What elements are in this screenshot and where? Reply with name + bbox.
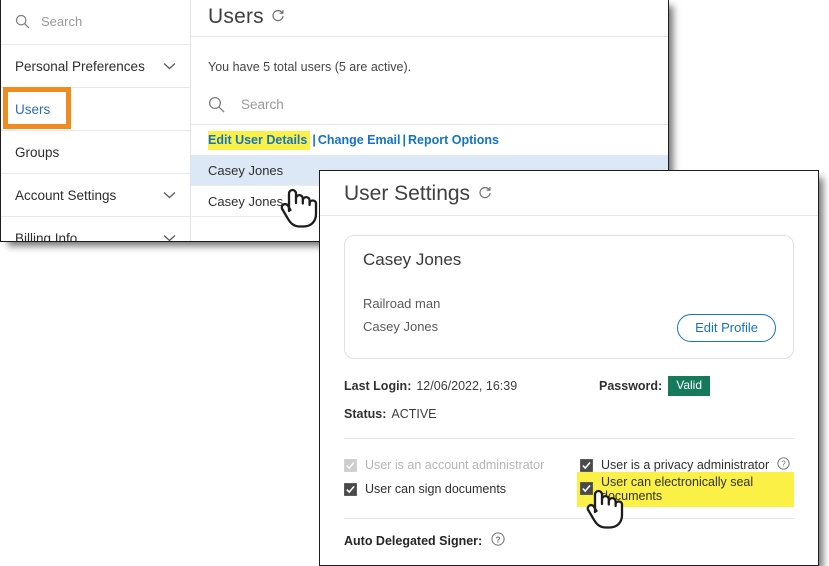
permission-label: User is an account administrator [365, 458, 544, 472]
page-title-text: Users [208, 5, 264, 29]
password-label: Password: [599, 379, 662, 393]
last-login-label: Last Login: [344, 379, 411, 393]
action-separator-2: | [401, 133, 409, 147]
status-field: Status: ACTIVE [344, 407, 599, 421]
user-name: Casey Jones [208, 163, 283, 178]
user-settings-title-text: User Settings [344, 182, 470, 206]
report-options-link[interactable]: Report Options [408, 133, 499, 147]
profile-line-1: Railroad man [363, 296, 775, 311]
refresh-icon[interactable] [478, 182, 492, 206]
chevron-down-icon[interactable] [163, 232, 176, 242]
password-field: Password: Valid [599, 376, 710, 396]
users-search-placeholder: Search [241, 97, 284, 112]
sidebar-item-label: Users [15, 102, 176, 117]
sidebar-item-account-settings[interactable]: Account Settings [1, 174, 190, 217]
checkbox-checked-icon[interactable] [344, 483, 357, 496]
permission-label: User is a privacy administrator [601, 458, 769, 472]
status-value: ACTIVE [391, 407, 436, 421]
sidebar-search-placeholder: Search [41, 14, 82, 29]
sidebar-item-label: Personal Preferences [15, 59, 155, 74]
permission-sign-documents[interactable]: User can sign documents [344, 477, 569, 501]
refresh-icon[interactable] [271, 5, 285, 29]
permissions-grid: User is an account administrator User is… [344, 439, 794, 501]
sidebar-item-groups[interactable]: Groups [1, 131, 190, 174]
permission-electronically-seal-documents[interactable]: User can electronically seal documents [569, 477, 794, 501]
checkbox-checked-icon[interactable] [580, 482, 593, 495]
profile-name: Casey Jones [363, 250, 775, 270]
sidebar-item-personal-preferences[interactable]: Personal Preferences [1, 45, 190, 88]
sidebar-item-label: Groups [15, 145, 176, 160]
chevron-down-icon[interactable] [163, 60, 176, 72]
permission-account-administrator: User is an account administrator [344, 453, 569, 477]
sidebar-item-users[interactable]: Users [1, 88, 190, 131]
status-badge: Valid [668, 376, 710, 396]
sidebar-item-billing-info[interactable]: Billing Info [1, 217, 190, 242]
profile-card: Casey Jones Railroad man Casey Jones Edi… [344, 235, 794, 359]
page-title: Users [208, 0, 668, 29]
checkbox-checked-icon[interactable] [580, 459, 593, 472]
seal-highlight-annotation: User can electronically seal documents [577, 472, 794, 507]
help-icon[interactable]: ? [491, 532, 505, 549]
sidebar-search-input[interactable]: Search [1, 0, 190, 45]
users-summary: You have 5 total users (5 are active). [208, 37, 668, 74]
search-icon [208, 96, 225, 113]
sidebar-item-label: Billing Info [15, 231, 155, 243]
sidebar: Search Personal Preferences Users Groups… [1, 0, 191, 241]
edit-user-details-link[interactable]: Edit User Details [208, 131, 310, 150]
last-login-value: 12/06/2022, 16:39 [416, 379, 517, 393]
status-row: Status: ACTIVE [344, 407, 794, 421]
checkbox-checked-disabled-icon [344, 459, 357, 472]
settings-title-divider [320, 215, 818, 216]
svg-text:?: ? [496, 534, 501, 544]
change-email-link[interactable]: Change Email [318, 133, 401, 147]
permission-label: User can sign documents [365, 482, 506, 496]
sidebar-item-label: Account Settings [15, 188, 155, 203]
auto-delegated-signer-label: Auto Delegated Signer: [344, 534, 482, 548]
status-label: Status: [344, 407, 386, 421]
permissions-bottom-divider [344, 518, 794, 519]
auto-delegated-signer-row: Auto Delegated Signer: ? [344, 532, 794, 549]
user-settings-window: User Settings Casey Jones Railroad man C… [319, 170, 819, 566]
last-login-field: Last Login: 12/06/2022, 16:39 [344, 379, 599, 393]
chevron-down-icon[interactable] [163, 189, 176, 201]
permission-label: User can electronically seal documents [601, 475, 790, 503]
svg-text:?: ? [781, 460, 786, 469]
edit-user-details-label[interactable]: Edit User Details [208, 133, 307, 147]
action-separator-1: | [310, 133, 318, 147]
user-name: Casey Jones [208, 194, 283, 209]
login-password-row: Last Login: 12/06/2022, 16:39 Password: … [344, 376, 794, 396]
users-search-input[interactable]: Search [208, 74, 668, 124]
edit-profile-button[interactable]: Edit Profile [677, 314, 776, 342]
user-settings-title: User Settings [320, 171, 818, 206]
search-icon [15, 14, 30, 29]
user-actions-bar: Edit User Details|Change Email|Report Op… [208, 125, 668, 155]
